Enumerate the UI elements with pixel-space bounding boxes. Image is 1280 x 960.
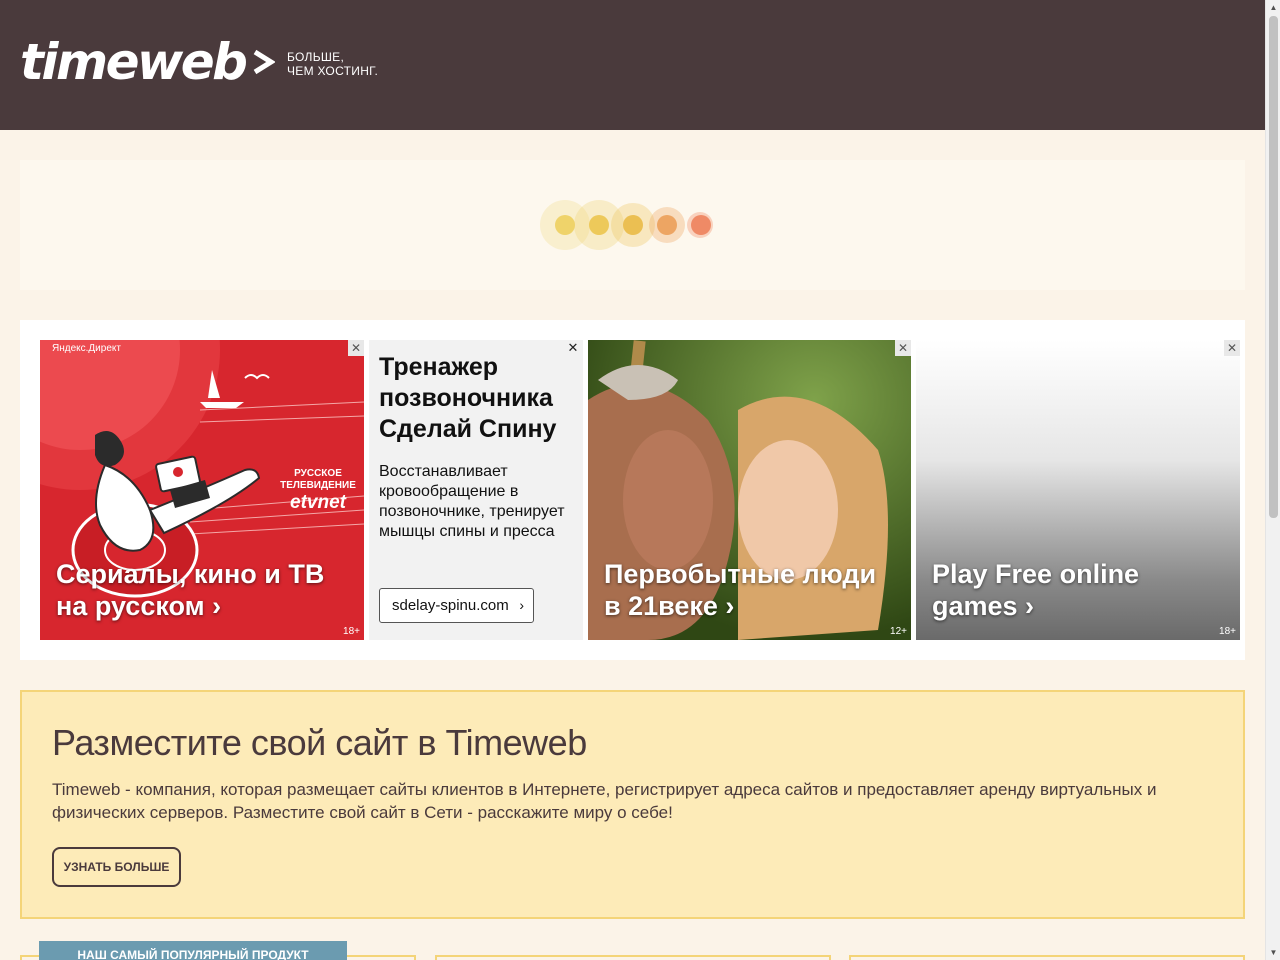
ad-domain[interactable]: sdelay-spinu.com (392, 597, 509, 614)
chevron-right-icon: › (519, 597, 524, 613)
ad-title-line2[interactable]: на русском › (56, 590, 324, 622)
loader-dot (657, 215, 677, 235)
age-rating: 12+ (890, 626, 907, 637)
product-card[interactable] (849, 955, 1245, 960)
brand-line2: ТЕЛЕВИДЕНИЕ (280, 480, 356, 491)
brand-name: etvnet (290, 492, 346, 513)
hosting-promo: Разместите свой сайт в Timeweb Timeweb -… (20, 690, 1245, 919)
ad-card-free-games[interactable]: Play Free online games › 18+ ✕ (916, 340, 1240, 640)
scroll-up-arrow-icon[interactable]: ▲ (1266, 0, 1280, 15)
ad-title[interactable]: Первобытные люди в 21веке › (604, 558, 876, 622)
timeweb-logo[interactable]: timeweb (20, 34, 276, 90)
ad-title-line1[interactable]: Первобытные люди (604, 558, 876, 590)
close-icon[interactable]: ✕ (565, 340, 581, 356)
scroll-thumb[interactable] (1269, 16, 1278, 518)
brand-line1: РУССКОЕ (294, 468, 342, 479)
popular-product-badge: НАШ САМЫЙ ПОПУЛЯРНЫЙ ПРОДУКТ (39, 941, 347, 960)
scroll-down-arrow-icon[interactable]: ▼ (1266, 945, 1280, 960)
ads-block: Яндекс.Директ РУССКОЕ ТЕЛЕВИДЕНИЕ etvnet… (20, 320, 1245, 660)
ad-title-line2[interactable]: в 21веке › (604, 590, 876, 622)
close-icon[interactable]: ✕ (895, 340, 911, 356)
yandex-direct-label[interactable]: Яндекс.Директ (52, 343, 121, 354)
ad-title[interactable]: Тренажер позвоночника Сделай Спину (379, 352, 579, 445)
ad-card-spine-trainer[interactable]: Тренажер позвоночника Сделай Спину Восст… (369, 340, 583, 640)
age-rating: 18+ (1219, 626, 1236, 637)
page-scrollbar[interactable]: ▲ ▼ (1265, 0, 1280, 960)
ad-title-line1[interactable]: Play Free online (932, 558, 1139, 590)
logo-text[interactable]: timeweb (20, 34, 248, 90)
tagline-line2: ЧЕМ ХОСТИНГ. (287, 64, 379, 78)
ad-body: Восстанавливает кровообращение в позвоно… (379, 463, 565, 540)
promo-text: Timeweb - компания, которая размещает са… (52, 780, 1157, 822)
ad-title[interactable]: Сериалы, кино и ТВ на русском › (56, 558, 324, 622)
loader-dot (623, 215, 643, 235)
promo-title: Разместите свой сайт в Timeweb (52, 722, 587, 763)
ad-title-line1[interactable]: Сериалы, кино и ТВ (56, 558, 324, 590)
etvnet-brand: РУССКОЕ ТЕЛЕВИДЕНИЕ etvnet (276, 468, 360, 514)
ad-title-line2[interactable]: games › (932, 590, 1139, 622)
age-rating: 18+ (343, 626, 360, 637)
close-icon[interactable]: ✕ (1224, 340, 1240, 356)
close-icon[interactable]: ✕ (348, 340, 364, 356)
chevron-right-icon (254, 49, 276, 75)
site-header: timeweb БОЛЬШЕ, ЧЕМ ХОСТИНГ. (0, 0, 1265, 130)
loader-dot (691, 215, 711, 235)
loader-dot (589, 215, 609, 235)
ad-card-etvnet[interactable]: Яндекс.Директ РУССКОЕ ТЕЛЕВИДЕНИЕ etvnet… (40, 340, 364, 640)
tagline: БОЛЬШЕ, ЧЕМ ХОСТИНГ. (287, 50, 378, 78)
loading-panel (20, 160, 1245, 290)
ad-card-primitive-people[interactable]: Первобытные люди в 21веке › 12+ ✕ (588, 340, 911, 640)
loader-dot (555, 215, 575, 235)
ad-domain-button[interactable]: sdelay-spinu.com › (379, 588, 534, 623)
ad-title[interactable]: Play Free online games › (932, 558, 1139, 622)
product-card[interactable] (435, 955, 831, 960)
tagline-line1: БОЛЬШЕ, (287, 50, 345, 64)
learn-more-button[interactable]: УЗНАТЬ БОЛЬШЕ (52, 847, 181, 887)
